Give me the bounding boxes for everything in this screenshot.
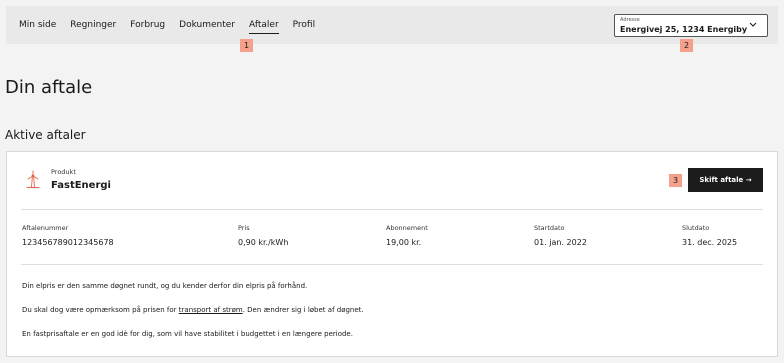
nav-item-min-side[interactable]: Min side bbox=[19, 19, 56, 34]
detail-value: 01. jan. 2022 bbox=[534, 238, 587, 247]
detail-agreement-number: Aftalenummer 123456789012345678 bbox=[22, 224, 114, 247]
description-paragraph-2: Du skal dog være opmærksom på prisen for… bbox=[22, 306, 364, 314]
switch-agreement-button[interactable]: Skift aftale → bbox=[688, 168, 763, 192]
chevron-down-icon bbox=[749, 20, 757, 30]
detail-value: 19,00 kr. bbox=[386, 238, 422, 247]
address-value: Energivej 25, 1234 Energiby bbox=[620, 25, 748, 34]
detail-value: 0,90 kr./kWh bbox=[238, 238, 289, 247]
divider bbox=[21, 209, 763, 210]
detail-end-date: Slutdato 31. dec. 2025 bbox=[682, 224, 737, 247]
nav-item-profil[interactable]: Profil bbox=[293, 19, 315, 34]
nav-item-regninger[interactable]: Regninger bbox=[70, 19, 116, 34]
product-name: FastEnergi bbox=[51, 180, 111, 191]
nav-item-forbrug[interactable]: Forbrug bbox=[130, 19, 165, 34]
paragraph-text: Du skal dog være opmærksom på prisen for bbox=[22, 306, 179, 314]
detail-value: 123456789012345678 bbox=[22, 238, 114, 247]
detail-label: Abonnement bbox=[386, 224, 428, 232]
divider bbox=[21, 264, 763, 265]
detail-value: 31. dec. 2025 bbox=[682, 238, 738, 247]
description-paragraph-3: En fastprisaftale er en god idè for dig,… bbox=[22, 330, 353, 338]
wind-turbine-icon bbox=[25, 170, 41, 188]
detail-price: Pris 0,90 kr./kWh bbox=[238, 224, 288, 247]
product-label: Produkt bbox=[51, 168, 76, 176]
description-paragraph-1: Din elpris er den samme døgnet rundt, og… bbox=[22, 282, 308, 290]
detail-start-date: Startdato 01. jan. 2022 bbox=[534, 224, 587, 247]
address-label: Adresse bbox=[620, 17, 640, 23]
marker-2: 2 bbox=[680, 39, 693, 52]
detail-label: Startdato bbox=[534, 224, 565, 232]
detail-subscription: Abonnement 19,00 kr. bbox=[386, 224, 428, 247]
detail-label: Aftalenummer bbox=[22, 224, 69, 232]
agreement-card: Produkt FastEnergi Skift aftale → Aftale… bbox=[6, 151, 778, 357]
marker-3: 3 bbox=[669, 174, 682, 187]
marker-1: 1 bbox=[240, 39, 253, 52]
detail-label: Slutdato bbox=[682, 224, 710, 232]
page-title: Din aftale bbox=[5, 77, 93, 98]
paragraph-text: . Den ændrer sig i løbet af døgnet. bbox=[242, 306, 364, 314]
detail-label: Pris bbox=[238, 224, 250, 232]
section-title: Aktive aftaler bbox=[5, 128, 86, 142]
address-select[interactable]: Adresse Energivej 25, 1234 Energiby bbox=[614, 14, 768, 37]
transport-link[interactable]: transport af strøm bbox=[179, 306, 243, 314]
nav-item-dokumenter[interactable]: Dokumenter bbox=[179, 19, 235, 34]
main-nav: Min side Regninger Forbrug Dokumenter Af… bbox=[19, 19, 329, 34]
nav-item-aftaler[interactable]: Aftaler bbox=[249, 19, 279, 34]
